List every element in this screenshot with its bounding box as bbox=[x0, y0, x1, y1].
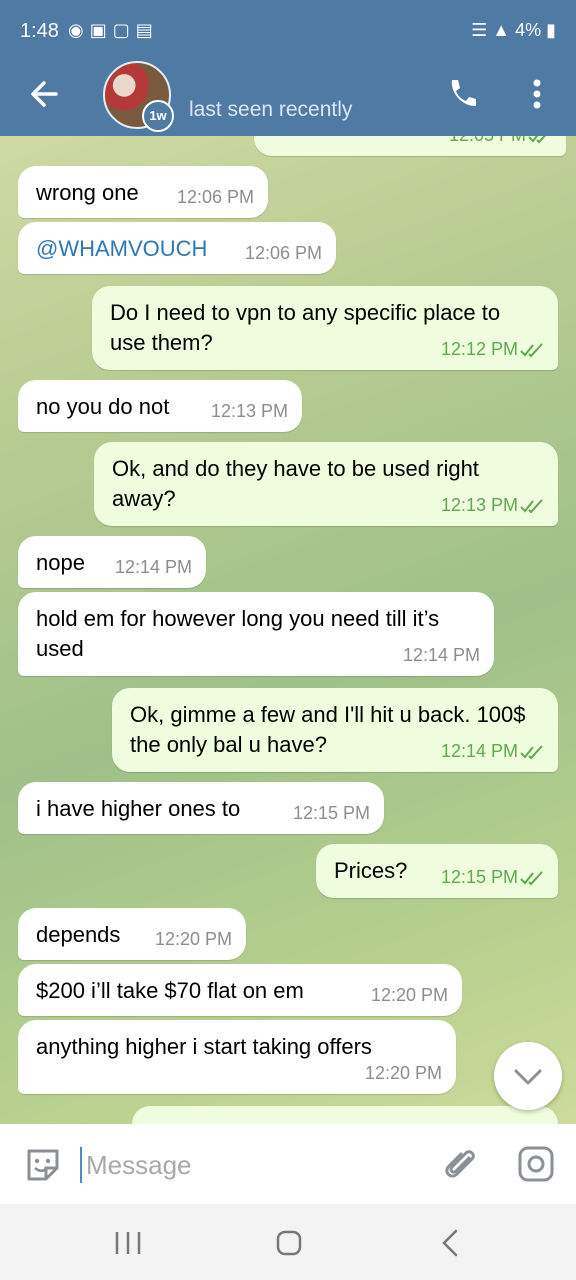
message-text: anything higher i start taking offers bbox=[36, 1034, 372, 1059]
message-bubble-incoming[interactable]: wrong one 12:06 PM bbox=[18, 166, 268, 218]
message-text: ... bbox=[274, 136, 292, 144]
message-text: Ok, and do they have to be used right aw… bbox=[112, 456, 479, 511]
mention-link[interactable]: @WHAMVOUCH bbox=[36, 236, 207, 261]
message-text: depends bbox=[36, 922, 121, 947]
message-bubble-incoming[interactable]: anything higher i start taking offers 12… bbox=[18, 1020, 456, 1094]
arrow-left-icon[interactable] bbox=[26, 74, 66, 114]
message-time: 12:20 PM bbox=[370, 985, 448, 1005]
message-time: 12:06 PM bbox=[244, 243, 322, 263]
message-time: 12:14 PM bbox=[440, 741, 518, 761]
message-time: 12:12 PM bbox=[440, 339, 518, 359]
message-time: 12:20 PM bbox=[364, 1063, 442, 1083]
message-text: nope bbox=[36, 550, 85, 575]
message-bubble-incoming[interactable]: $200 i’ll take $70 flat on em 12:20 PM bbox=[18, 964, 462, 1016]
recent-apps-icon[interactable] bbox=[114, 1230, 142, 1256]
message-time: 12:06 PM bbox=[176, 187, 254, 207]
battery-icon: ▮ bbox=[546, 20, 556, 40]
double-check-icon bbox=[520, 745, 543, 760]
message-composer bbox=[0, 1124, 576, 1204]
message-text: $200 i’ll take $70 flat on em bbox=[36, 978, 304, 1003]
phone-icon[interactable] bbox=[444, 76, 480, 112]
message-bubble-outgoing[interactable]: Ok, and do they have to be used right aw… bbox=[94, 442, 558, 526]
message-bubble-outgoing[interactable]: ... 12:05 PM bbox=[254, 136, 566, 156]
status-time: 1:48 bbox=[20, 20, 59, 42]
chat-header: 1w last seen recently bbox=[0, 58, 576, 136]
message-text: no you do not bbox=[36, 394, 170, 419]
message-bubble-incoming[interactable]: no you do not 12:13 PM bbox=[18, 380, 302, 432]
message-bubble-incoming[interactable]: hold em for however long you need till i… bbox=[18, 592, 494, 676]
wifi-icon: ☰ bbox=[471, 20, 488, 40]
message-text: hold em for however long you need till i… bbox=[36, 606, 440, 661]
double-check-icon bbox=[520, 343, 543, 358]
message-list[interactable]: ... 12:05 PM wrong one 12:06 PM @WHAMVOU… bbox=[0, 136, 576, 1124]
message-time: 12:14 PM bbox=[114, 557, 192, 577]
message-text: Prices? bbox=[334, 858, 408, 883]
back-nav-icon[interactable] bbox=[440, 1228, 460, 1258]
message-time: 12:15 PM bbox=[292, 803, 370, 823]
message-input[interactable] bbox=[84, 1140, 418, 1190]
message-time: 12:13 PM bbox=[210, 401, 288, 421]
last-seen-status: last seen recently bbox=[189, 98, 353, 121]
message-bubble-outgoing[interactable]: Do I need to vpn to any specific place t… bbox=[92, 286, 558, 370]
message-bubble-incoming[interactable]: depends 12:20 PM bbox=[18, 908, 246, 960]
battery-text: 4% bbox=[515, 20, 542, 40]
status-right: ☰ ▲ 4% ▮ bbox=[471, 20, 556, 41]
text-cursor bbox=[80, 1147, 82, 1183]
message-bubble-incoming[interactable]: @WHAMVOUCH 12:06 PM bbox=[18, 222, 336, 274]
system-nav-bar bbox=[0, 1204, 576, 1280]
status-notification-icons: ◉▣▢▤ bbox=[68, 20, 159, 40]
message-time: 12:13 PM bbox=[440, 495, 518, 515]
message-bubble-incoming[interactable]: i have higher ones to 12:15 PM bbox=[18, 782, 384, 834]
double-check-icon bbox=[520, 499, 543, 514]
story-badge[interactable]: 1w bbox=[142, 100, 174, 132]
double-check-icon bbox=[520, 871, 543, 886]
scroll-to-bottom-button[interactable] bbox=[494, 1042, 562, 1110]
kebab-menu-icon[interactable] bbox=[527, 76, 547, 112]
message-text: i have higher ones to bbox=[36, 796, 241, 821]
message-time: 12:14 PM bbox=[402, 645, 480, 665]
message-time: 12:15 PM bbox=[440, 867, 518, 887]
status-bar: 1:48 ◉▣▢▤ ☰ ▲ 4% ▮ bbox=[0, 0, 576, 58]
chevron-down-icon bbox=[514, 1069, 542, 1085]
message-time: 12:20 PM bbox=[154, 929, 232, 949]
message-bubble-outgoing[interactable]: Prices? 12:15 PM bbox=[316, 844, 558, 898]
message-time: 12:05 PM bbox=[449, 136, 526, 146]
sticker-emoji-icon[interactable] bbox=[24, 1146, 62, 1184]
instagram-camera-icon[interactable] bbox=[517, 1145, 555, 1183]
message-bubble-outgoing[interactable]: Ok, gimme a few and I'll hit u back. 100… bbox=[112, 688, 558, 772]
double-check-icon bbox=[528, 136, 546, 144]
signal-icon: ▲ bbox=[492, 20, 511, 40]
message-text: wrong one bbox=[36, 180, 139, 205]
home-icon[interactable] bbox=[276, 1230, 302, 1256]
paperclip-icon[interactable] bbox=[441, 1144, 481, 1184]
message-bubble-incoming[interactable]: nope 12:14 PM bbox=[18, 536, 206, 588]
